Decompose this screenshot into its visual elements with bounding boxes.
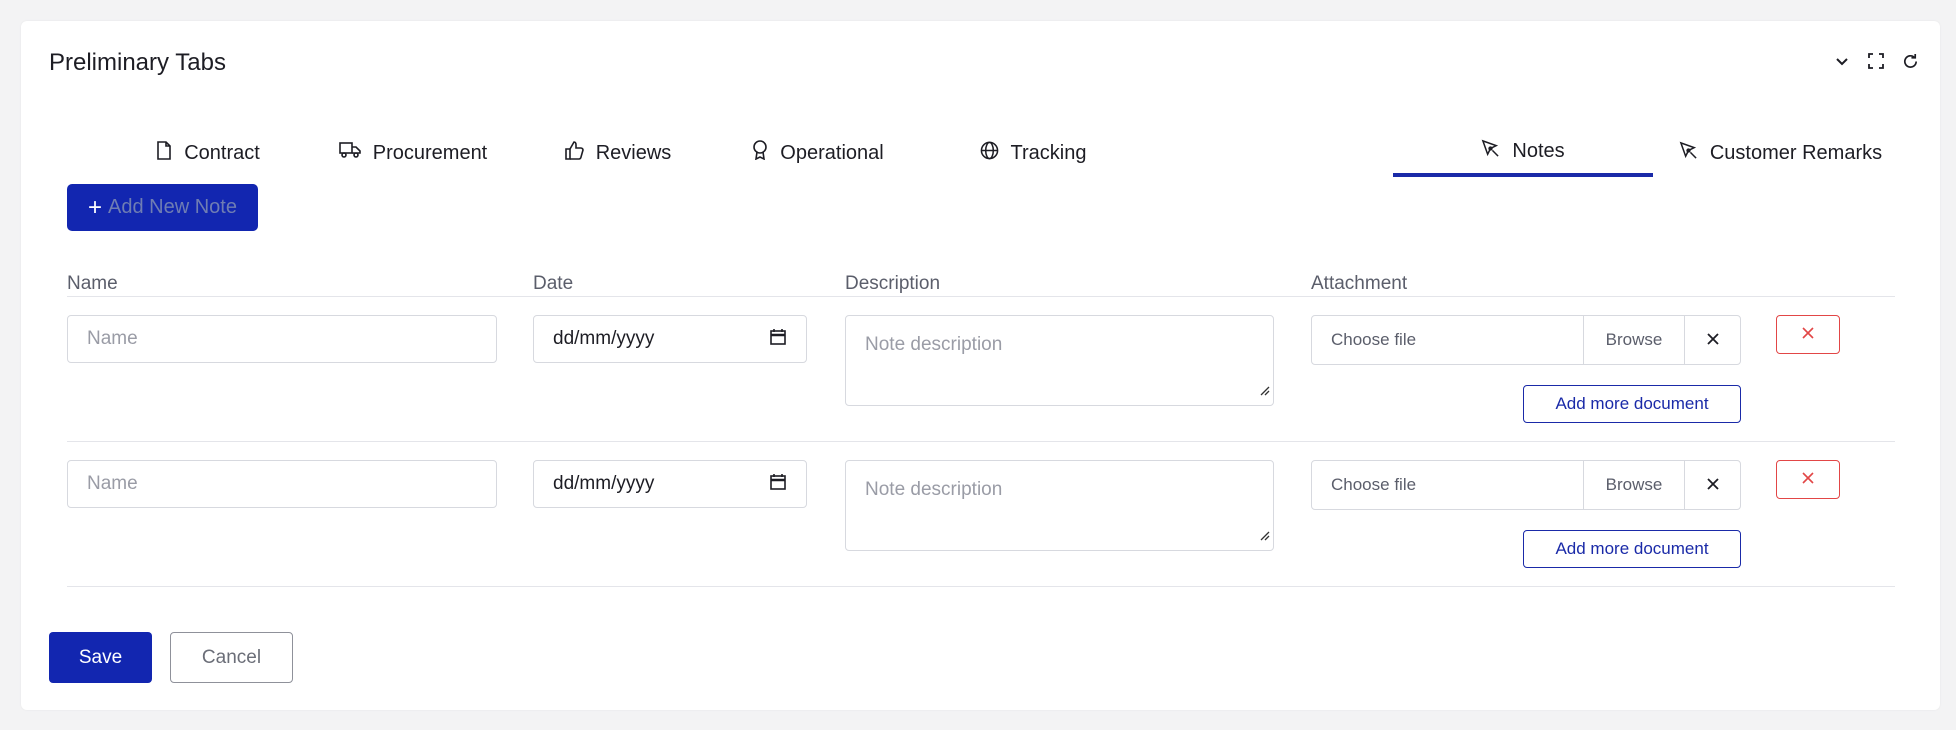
close-icon: [1802, 471, 1814, 489]
add-button-label: Add New Note: [108, 196, 237, 218]
table-row: Name dd/mm/yyyy Note description Choose …: [21, 460, 1940, 604]
date-value: dd/mm/yyyy: [553, 328, 655, 349]
calendar-icon[interactable]: [770, 328, 786, 351]
tab-tracking[interactable]: Tracking: [948, 129, 1118, 177]
header-actions: [1832, 51, 1920, 71]
resize-handle-icon[interactable]: [1258, 380, 1270, 402]
tab-contract[interactable]: Contract: [133, 129, 283, 177]
close-icon: [1706, 330, 1719, 350]
tab-label: Notes: [1512, 139, 1565, 162]
thumbs-up-icon: [564, 140, 584, 166]
column-header-description: Description: [845, 273, 941, 294]
date-value: dd/mm/yyyy: [553, 473, 655, 494]
close-icon: [1802, 326, 1814, 344]
close-icon: [1706, 475, 1719, 495]
browse-button[interactable]: Browse: [1583, 316, 1685, 364]
preliminary-tabs-card: Preliminary Tabs Contract Procurement Re…: [21, 21, 1940, 710]
column-header-name: Name: [67, 273, 118, 294]
add-new-note-button[interactable]: + Add New Note: [67, 184, 258, 231]
table-row: Name dd/mm/yyyy Note description Choose …: [21, 315, 1940, 459]
column-header-date: Date: [533, 273, 574, 294]
page-title: Preliminary Tabs: [49, 49, 226, 76]
plus-icon: +: [88, 193, 103, 221]
delete-row-button[interactable]: [1776, 315, 1840, 354]
tab-reviews[interactable]: Reviews: [538, 129, 698, 177]
description-placeholder: Note description: [865, 479, 1003, 500]
clear-file-button[interactable]: [1685, 316, 1740, 364]
add-more-document-button[interactable]: Add more document: [1523, 385, 1741, 423]
tab-label: Customer Remarks: [1709, 141, 1883, 164]
file-placeholder[interactable]: Choose file: [1312, 461, 1583, 509]
globe-icon: [980, 141, 999, 166]
delete-row-button[interactable]: [1776, 460, 1840, 499]
tab-procurement[interactable]: Procurement: [318, 129, 508, 177]
date-input[interactable]: dd/mm/yyyy: [533, 460, 807, 508]
tab-label: Operational: [780, 141, 884, 164]
description-placeholder: Note description: [865, 334, 1003, 355]
document-icon: [156, 140, 172, 166]
divider: [67, 296, 1895, 297]
description-textarea[interactable]: Note description: [845, 315, 1274, 406]
file-input[interactable]: Choose file Browse: [1311, 315, 1741, 365]
name-input[interactable]: Name: [67, 460, 497, 508]
tab-customer-remarks[interactable]: Customer Remarks: [1668, 129, 1893, 177]
tab-bar: Contract Procurement Reviews Operational…: [78, 129, 1882, 177]
name-input[interactable]: Name: [67, 315, 497, 363]
calendar-icon[interactable]: [770, 473, 786, 496]
resize-handle-icon[interactable]: [1258, 525, 1270, 547]
chevron-down-icon[interactable]: [1832, 51, 1852, 71]
award-icon: [752, 140, 768, 166]
description-textarea[interactable]: Note description: [845, 460, 1274, 551]
file-input[interactable]: Choose file Browse: [1311, 460, 1741, 510]
divider: [67, 441, 1895, 442]
add-more-document-button[interactable]: Add more document: [1523, 530, 1741, 568]
pen-tool-icon: [1679, 141, 1698, 166]
tab-label: Reviews: [595, 141, 672, 164]
tab-label: Procurement: [372, 141, 488, 164]
file-placeholder[interactable]: Choose file: [1312, 316, 1583, 364]
pen-tool-icon: [1481, 139, 1500, 164]
tab-label: Tracking: [1010, 141, 1087, 164]
tab-notes[interactable]: Notes: [1393, 129, 1653, 177]
tab-label: Contract: [184, 141, 260, 164]
column-header-attachment: Attachment: [1311, 273, 1408, 294]
clear-file-button[interactable]: [1685, 461, 1740, 509]
divider: [67, 586, 1895, 587]
save-button[interactable]: Save: [49, 632, 152, 683]
date-input[interactable]: dd/mm/yyyy: [533, 315, 807, 363]
refresh-icon[interactable]: [1900, 51, 1920, 71]
cancel-button[interactable]: Cancel: [170, 632, 293, 683]
browse-button[interactable]: Browse: [1583, 461, 1685, 509]
truck-icon: [338, 141, 361, 165]
fullscreen-icon[interactable]: [1866, 51, 1886, 71]
tab-operational[interactable]: Operational: [728, 129, 908, 177]
